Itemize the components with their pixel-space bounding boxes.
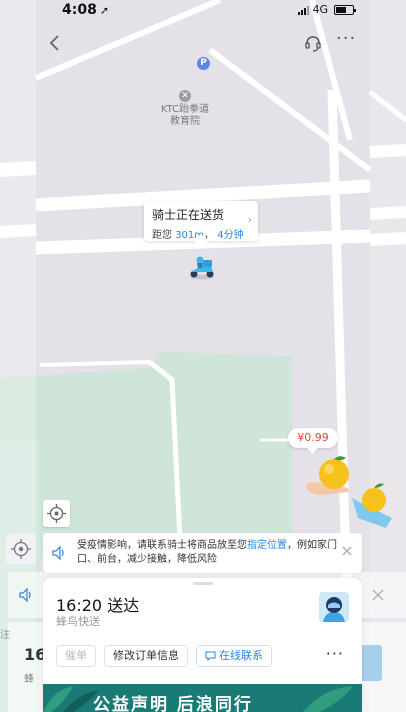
- distance-prefix: 距您: [152, 230, 172, 241]
- scooter-rider-icon: [190, 256, 214, 280]
- headset-icon[interactable]: [303, 33, 323, 53]
- order-actions: 催单 修改订单信息 在线联系 ···: [56, 644, 356, 668]
- online-contact-button[interactable]: 在线联系: [196, 645, 272, 667]
- drag-handle[interactable]: [193, 582, 213, 585]
- rider-status-title: 骑士正在送货: [152, 208, 225, 222]
- close-icon: [372, 589, 384, 601]
- banner-text: 公益声明 后浪同行: [93, 695, 253, 712]
- parking-icon: P: [197, 57, 210, 70]
- leaf-decoration: [303, 686, 353, 712]
- crosshair-icon: [11, 539, 31, 559]
- clock: 4:08: [62, 2, 97, 18]
- poi-marker-icon: ✕: [179, 90, 191, 102]
- price-tag: ¥0.99: [288, 428, 338, 448]
- fruit-edge-icon: [352, 483, 392, 528]
- orange-hand-icon: [306, 456, 349, 495]
- notice-text-before: 受疫情影响，请联系骑士将商品放至您: [77, 540, 247, 551]
- chevron-left-icon[interactable]: [44, 32, 66, 54]
- chevron-right-icon: ›: [247, 213, 252, 226]
- notice-text: 受疫情影响，请联系骑士将商品放至您指定位置，例如家门口、前台，减少接触，降低风险: [77, 539, 337, 567]
- epidemic-notice[interactable]: 受疫情影响，请联系骑士将商品放至您指定位置，例如家门口、前台，减少接触，降低风险: [43, 533, 362, 573]
- status-indicators: 4G: [298, 3, 356, 16]
- eta-minutes: 4分钟: [217, 230, 244, 241]
- locate-button-ghost: [6, 534, 36, 564]
- chat-icon: [205, 651, 216, 661]
- status-bar: 4:08 ➚ 4G: [0, 0, 406, 22]
- notice-link[interactable]: 指定位置: [247, 540, 287, 551]
- distance-separator: ，: [204, 230, 215, 241]
- distance-value: 301m: [175, 230, 205, 241]
- poi-label: ✕ KTC跆拳道教育院: [160, 90, 210, 128]
- rider-distance: 距您 301m， 4分钟: [152, 226, 250, 241]
- ghost-company: 蜂: [24, 674, 34, 685]
- close-icon[interactable]: [340, 544, 354, 558]
- rider-status-bubble[interactable]: 骑士正在送货 › 距您 301m， 4分钟: [144, 201, 258, 241]
- speaker-icon: [52, 545, 64, 561]
- courier-avatar[interactable]: [319, 592, 349, 622]
- speaker-icon: [19, 587, 31, 603]
- online-contact-label: 在线联系: [219, 649, 263, 662]
- status-time: 4:08 ➚: [62, 2, 109, 18]
- more-menu-button[interactable]: ···: [336, 30, 360, 50]
- promo-banner[interactable]: 公益声明 后浪同行: [43, 684, 362, 712]
- signal-icon: [298, 5, 310, 15]
- crosshair-icon: [47, 504, 66, 523]
- ghost-avatar: [360, 645, 382, 681]
- modify-order-button[interactable]: 修改订单信息: [104, 645, 188, 667]
- ghost-side-text: 注: [0, 630, 10, 641]
- order-card[interactable]: 16:20 送达 蜂鸟快送 催单 修改订单信息 在线联系 ··· 公益声明 后浪…: [43, 578, 362, 712]
- locate-button[interactable]: [43, 500, 70, 527]
- battery-icon: [334, 4, 356, 15]
- urge-order-button[interactable]: 催单: [56, 645, 96, 667]
- location-arrow-icon: ➚: [99, 4, 110, 17]
- network-label: 4G: [312, 3, 328, 16]
- poi-name: KTC跆拳道教育院: [160, 104, 210, 127]
- delivery-company: 蜂鸟快送: [56, 615, 100, 628]
- more-actions-button[interactable]: ···: [326, 644, 344, 664]
